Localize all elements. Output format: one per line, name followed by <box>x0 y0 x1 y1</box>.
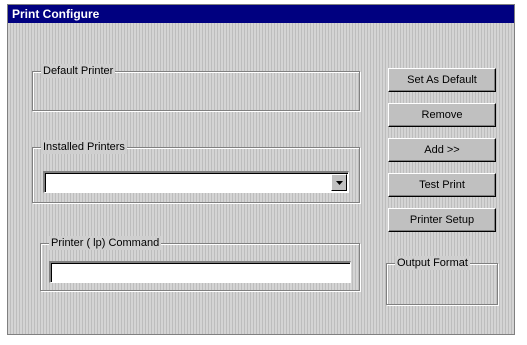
installed-printers-group: Installed Printers <box>32 140 360 203</box>
installed-printers-label: Installed Printers <box>41 140 127 154</box>
output-format-group: Output Format <box>386 256 498 305</box>
chevron-down-icon <box>335 180 343 185</box>
dropdown-button[interactable] <box>331 174 347 191</box>
printer-command-label: Printer ( lp) Command <box>49 236 162 250</box>
remove-button[interactable]: Remove <box>388 103 496 127</box>
default-printer-group: Default Printer <box>32 64 360 111</box>
printer-command-input[interactable] <box>49 261 351 283</box>
set-as-default-button[interactable]: Set As Default <box>388 68 496 92</box>
printer-setup-button[interactable]: Printer Setup <box>388 208 496 232</box>
print-configure-dialog: Print Configure Default Printer Installe… <box>7 4 515 335</box>
installed-printers-dropdown[interactable] <box>43 171 349 193</box>
printer-command-group: Printer ( lp) Command <box>40 236 360 291</box>
default-printer-label: Default Printer <box>41 64 116 78</box>
window-title[interactable]: Print Configure <box>8 5 514 23</box>
add-button[interactable]: Add >> <box>388 138 496 162</box>
test-print-button[interactable]: Test Print <box>388 173 496 197</box>
output-format-label: Output Format <box>395 256 470 270</box>
